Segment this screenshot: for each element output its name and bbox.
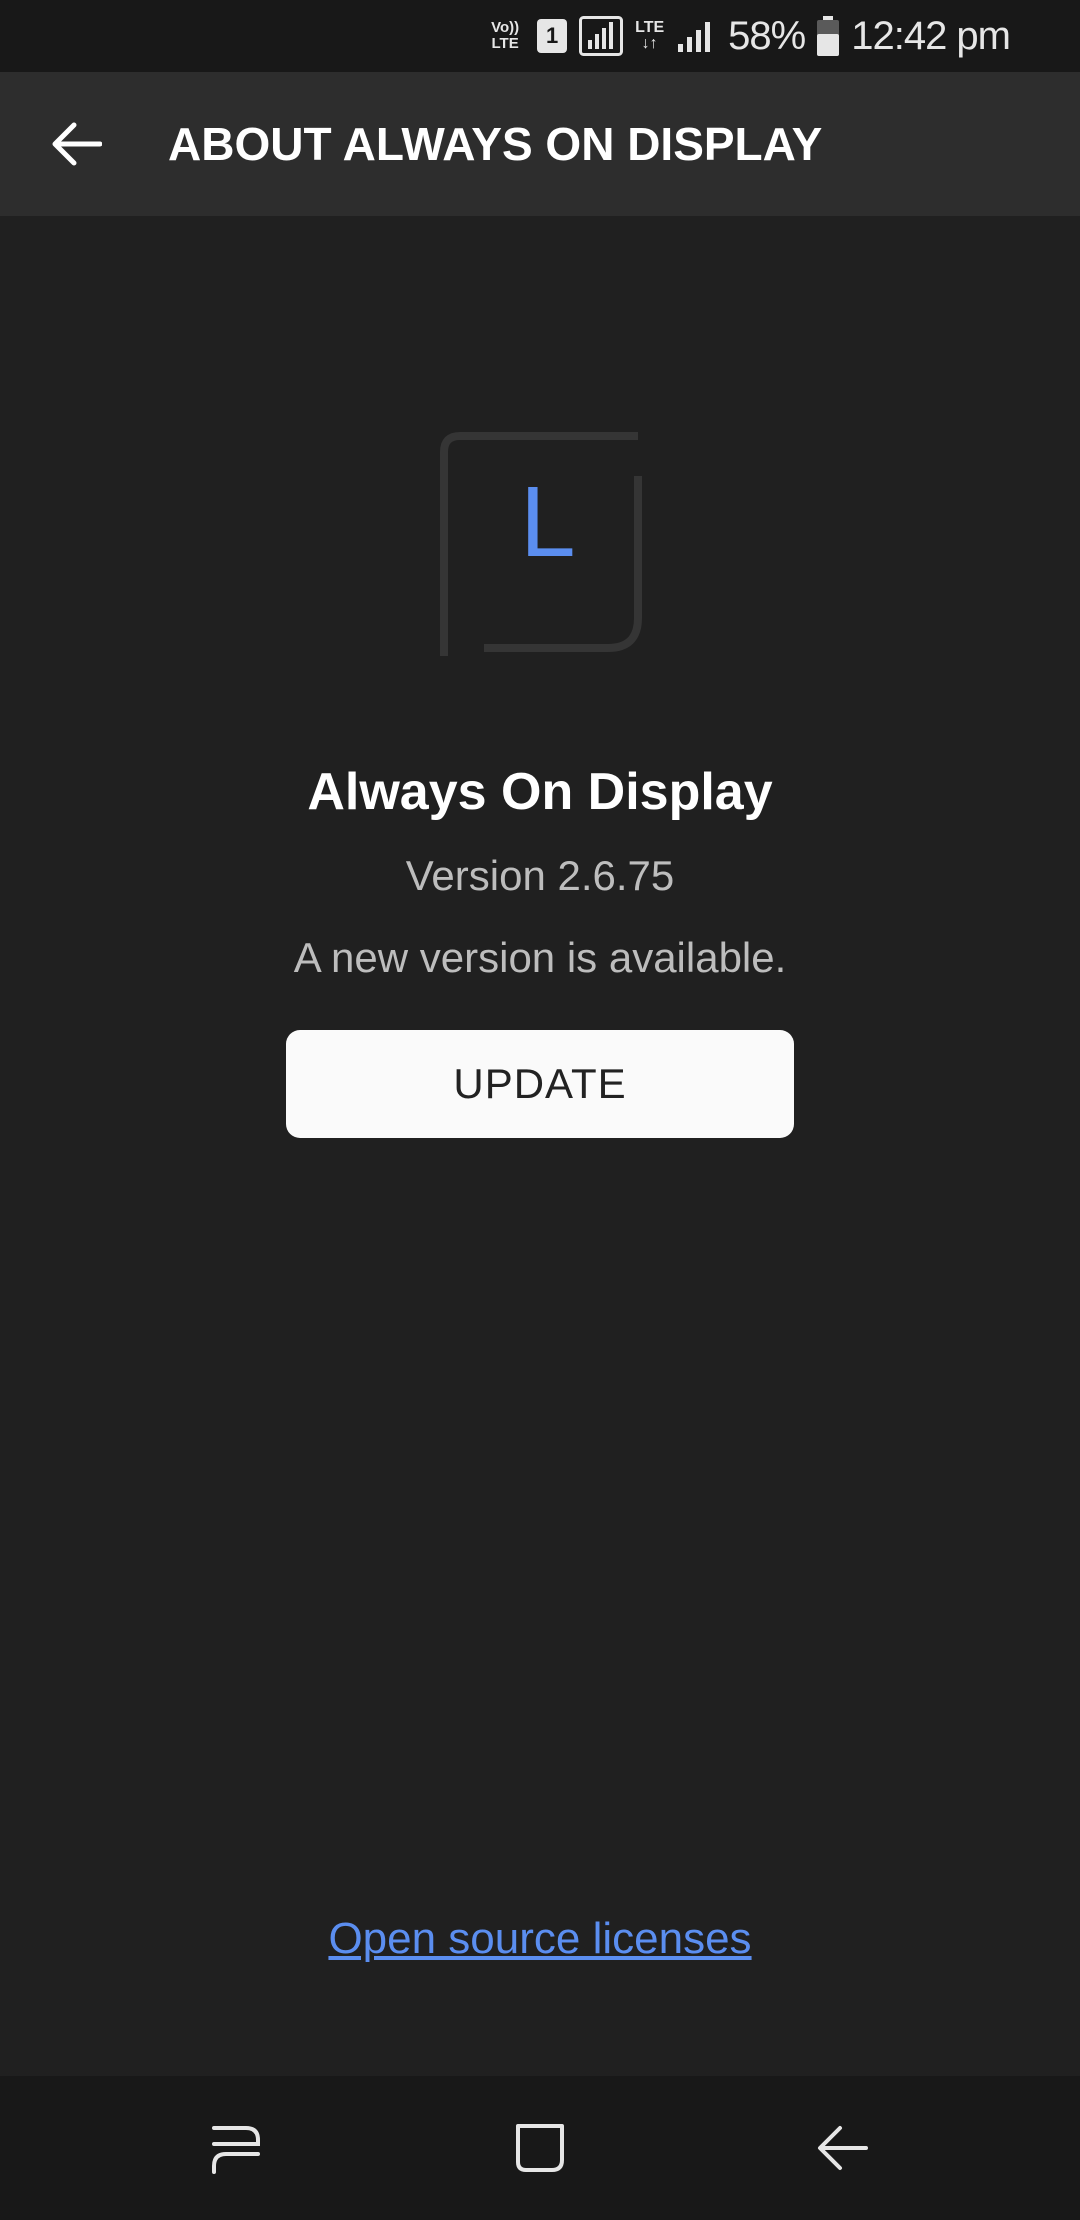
sim-1-icon: 1: [537, 19, 568, 53]
navigation-bar: [0, 2076, 1080, 2220]
app-name: Always On Display: [307, 763, 773, 821]
status-bar: Vo)) LTE 1 LTE ↓↑ 58% 12:42 pm: [0, 0, 1080, 72]
lte-data-icon: LTE ↓↑: [635, 19, 665, 52]
update-button[interactable]: UPDATE: [286, 1030, 794, 1138]
version-text: Version 2.6.75: [405, 852, 675, 899]
about-screen: Vo)) LTE 1 LTE ↓↑ 58% 12:42 pm ABOUT ALW…: [0, 0, 1080, 2220]
volte-icon: Vo)) LTE: [491, 19, 520, 52]
page-title: ABOUT ALWAYS ON DISPLAY: [168, 118, 823, 170]
status-icons: Vo)) LTE 1 LTE ↓↑ 58% 12:42 pm: [491, 0, 1011, 72]
app-logo-letter: L: [520, 466, 576, 578]
open-source-licenses-link[interactable]: Open source licenses: [0, 1914, 1080, 1964]
arrow-back-icon: [52, 122, 102, 166]
signal-strength-sim1-icon: [579, 16, 624, 56]
battery-percentage: 58%: [728, 13, 806, 58]
system-back-icon: [818, 2126, 868, 2170]
home-button[interactable]: [490, 2098, 590, 2198]
update-status-text: A new version is available.: [293, 934, 787, 981]
app-logo-icon: L: [440, 432, 642, 656]
back-button[interactable]: [40, 108, 112, 180]
system-back-button[interactable]: [792, 2098, 892, 2198]
home-icon: [516, 2124, 564, 2172]
recent-apps-button[interactable]: [186, 2098, 286, 2198]
battery-icon: [817, 16, 840, 56]
app-bar: ABOUT ALWAYS ON DISPLAY: [0, 72, 1080, 216]
recent-apps-icon: [212, 2126, 260, 2174]
signal-strength-sim2-icon: [678, 22, 711, 52]
clock: 12:42 pm: [851, 13, 1011, 58]
